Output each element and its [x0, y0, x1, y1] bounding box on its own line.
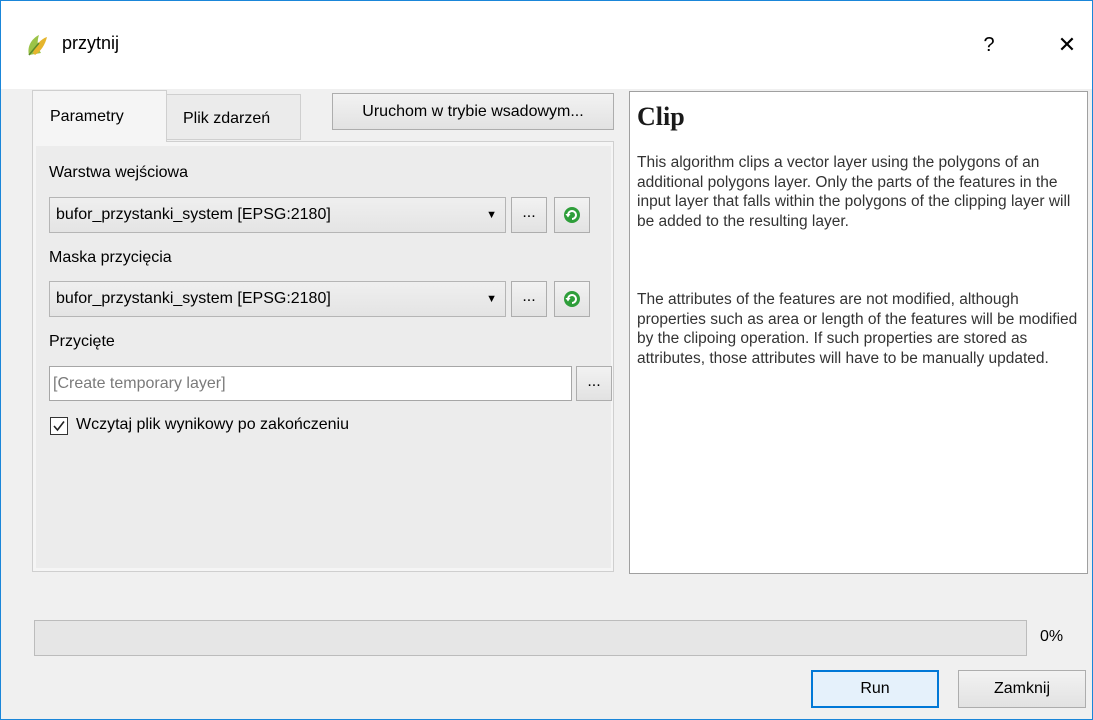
clip-mask-iterate-button[interactable]: [554, 281, 590, 317]
algorithm-help-panel: Clip This algorithm clips a vector layer…: [629, 91, 1088, 574]
dialog-window: przytnij ? ✕ Plik zdarzeń Parametry Uruc…: [0, 0, 1093, 720]
clip-mask-browse-button[interactable]: ...: [511, 281, 547, 317]
tab-log-label: Plik zdarzeń: [183, 110, 271, 127]
tab-parameters-label: Parametry: [50, 108, 124, 125]
close-window-button[interactable]: ✕: [1045, 25, 1089, 65]
clip-mask-label: Maska przycięcia: [49, 249, 172, 266]
progress-bar: [34, 620, 1027, 656]
output-path-input[interactable]: [Create temporary layer]: [49, 366, 572, 401]
help-button[interactable]: ?: [969, 25, 1009, 65]
output-label: Przycięte: [49, 333, 115, 350]
chevron-down-icon: ▼: [486, 293, 497, 305]
clip-mask-value: bufor_przystanki_system [EPSG:2180]: [56, 290, 331, 307]
window-title: przytnij: [62, 33, 120, 53]
load-result-label: Wczytaj plik wynikowy po zakończeniu: [76, 416, 349, 433]
run-button[interactable]: Run: [811, 670, 939, 708]
run-batch-button[interactable]: Uruchom w trybie wsadowym...: [332, 93, 614, 130]
input-layer-label: Warstwa wejściowa: [49, 164, 188, 181]
input-layer-browse-button[interactable]: ...: [511, 197, 547, 233]
output-browse-button[interactable]: ...: [576, 366, 612, 401]
refresh-icon: [564, 207, 580, 223]
input-layer-combo[interactable]: bufor_przystanki_system [EPSG:2180] ▼: [49, 197, 506, 233]
input-layer-value: bufor_przystanki_system [EPSG:2180]: [56, 206, 331, 223]
tab-log[interactable]: Plik zdarzeń: [167, 94, 301, 140]
tab-parameters[interactable]: Parametry: [32, 90, 167, 142]
checkmark-icon: [53, 421, 65, 432]
help-paragraph-1: This algorithm clips a vector layer usin…: [637, 154, 1071, 230]
clip-mask-combo[interactable]: bufor_przystanki_system [EPSG:2180] ▼: [49, 281, 506, 317]
help-paragraph-2: The attributes of the features are not m…: [637, 291, 1078, 367]
chevron-down-icon: ▼: [486, 209, 497, 221]
help-title: Clip: [637, 102, 685, 131]
progress-percent: 0%: [1040, 628, 1064, 645]
refresh-icon: [564, 291, 580, 307]
close-button[interactable]: Zamknij: [958, 670, 1086, 708]
title-bar: przytnij ? ✕: [1, 1, 1092, 89]
qgis-app-icon: [23, 31, 51, 59]
load-result-checkbox[interactable]: [50, 417, 68, 435]
input-layer-iterate-button[interactable]: [554, 197, 590, 233]
